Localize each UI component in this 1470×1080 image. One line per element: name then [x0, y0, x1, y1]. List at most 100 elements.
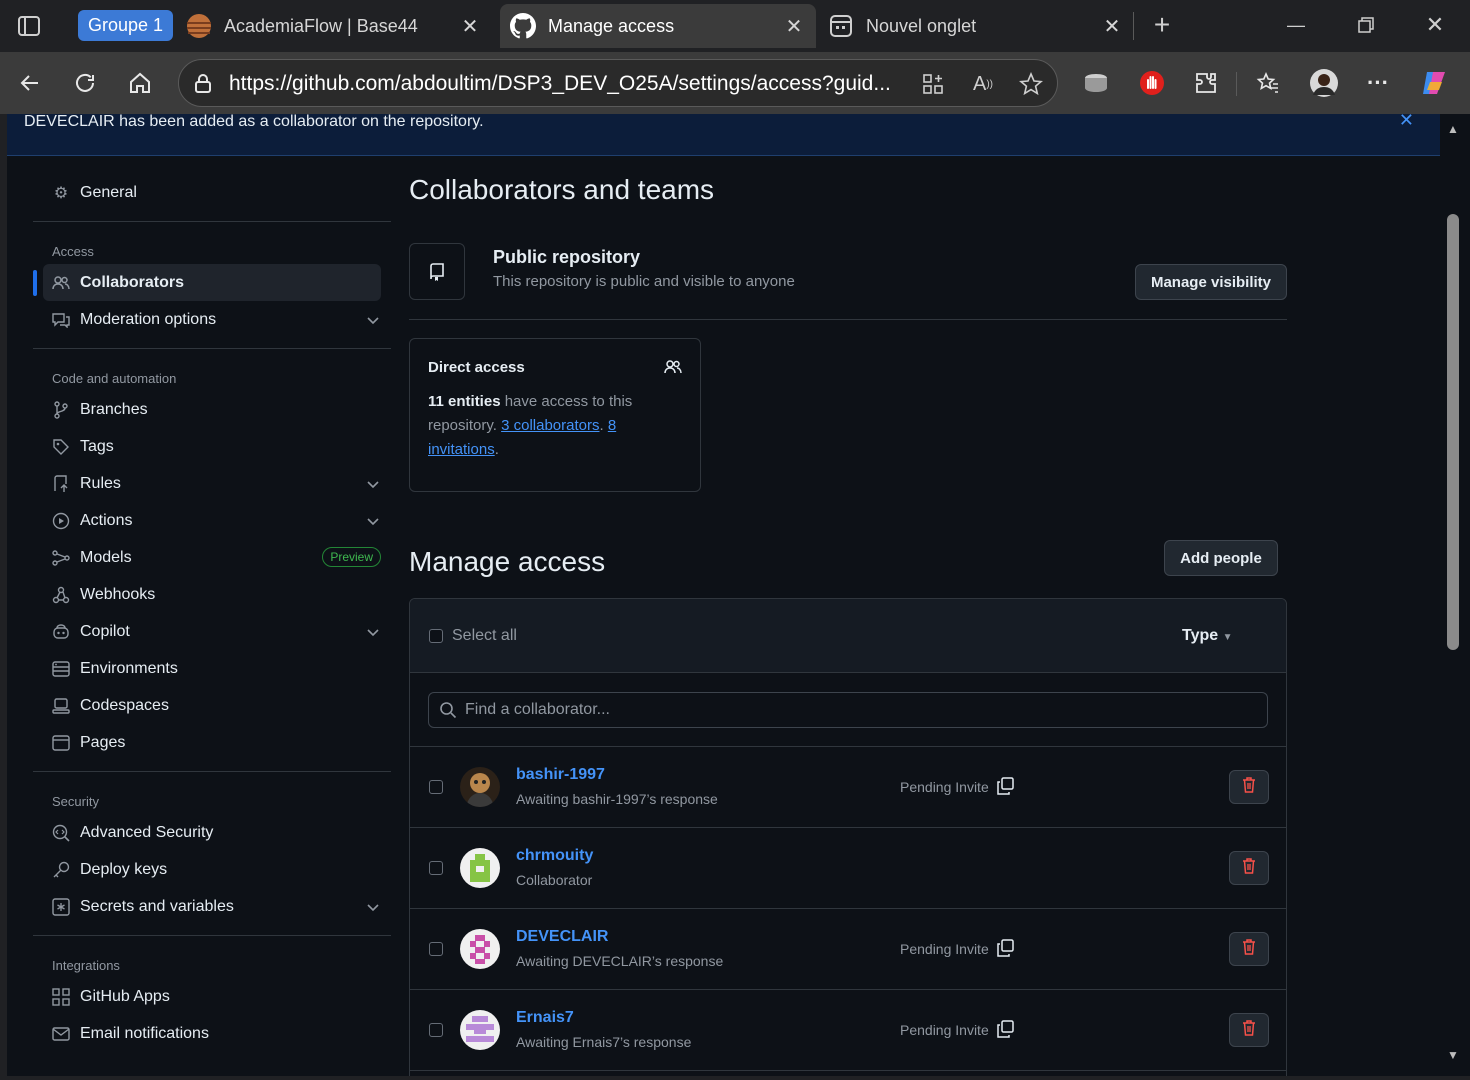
sidebar-item-branches[interactable]: Branches [33, 391, 391, 428]
avatar[interactable] [460, 848, 500, 888]
tab-group-chip[interactable]: Groupe 1 [78, 10, 174, 41]
page-scrollbar[interactable]: ▲ ▼ [1440, 114, 1470, 1076]
row-checkbox[interactable] [429, 861, 443, 875]
tab-actions-icon[interactable] [14, 12, 44, 40]
app-available-icon[interactable] [917, 68, 949, 100]
tab-manage-access[interactable]: Manage access ✕ [500, 4, 816, 48]
scroll-down-icon[interactable]: ▼ [1445, 1048, 1461, 1064]
manage-visibility-button[interactable]: Manage visibility [1135, 264, 1287, 300]
sidebar-item-github-apps[interactable]: GitHub Apps [33, 978, 391, 1015]
close-tab-icon[interactable]: ✕ [782, 14, 806, 38]
direct-access-card: Direct access 11 entities have access to… [409, 338, 701, 492]
copy-icon[interactable] [996, 1020, 1014, 1043]
chevron-down-icon[interactable] [367, 899, 379, 917]
select-all-checkbox[interactable] [429, 629, 443, 643]
remove-collaborator-button[interactable] [1229, 851, 1269, 885]
collaborator-status: Collaborator [516, 872, 593, 888]
back-arrow-icon[interactable] [12, 65, 48, 101]
close-tab-icon[interactable]: ✕ [1100, 14, 1124, 38]
favorite-star-icon[interactable] [1015, 68, 1047, 100]
settings-sidebar: ⚙ General Access Collaborators Moderatio… [33, 174, 391, 1052]
pending-invite-label: Pending Invite [900, 779, 989, 795]
minimize-icon[interactable]: — [1276, 10, 1316, 40]
collaborator-row: bashir-1997 Awaiting bashir-1997’s respo… [410, 747, 1286, 828]
access-list: Select all Type ▼ bashir-1997 Awaiting [409, 598, 1287, 1076]
copilot-icon[interactable] [1416, 65, 1452, 101]
remove-collaborator-button[interactable] [1229, 1013, 1269, 1047]
home-icon[interactable] [122, 65, 158, 101]
sidebar-item-codespaces[interactable]: Codespaces [33, 687, 391, 724]
toolbar-divider [1236, 72, 1237, 96]
trash-icon [1242, 857, 1256, 879]
chevron-down-icon[interactable] [367, 312, 379, 330]
sidebar-item-general[interactable]: ⚙ General [33, 174, 391, 211]
sidebar-item-rules[interactable]: Rules [33, 465, 391, 502]
sidebar-item-models[interactable]: Models Preview [33, 539, 391, 576]
sidebar-item-deploy-keys[interactable]: Deploy keys [33, 851, 391, 888]
restore-icon[interactable] [1346, 10, 1386, 40]
url-text[interactable]: https://github.com/abdoultim/DSP3_DEV_O2… [229, 72, 899, 96]
sidebar-item-label: Codespaces [80, 696, 169, 714]
avatar[interactable] [460, 767, 500, 807]
scroll-thumb[interactable] [1447, 214, 1459, 650]
sidebar-item-advanced-security[interactable]: Advanced Security [33, 814, 391, 851]
new-tab-plus-icon[interactable]: + [1142, 9, 1182, 40]
add-people-button[interactable]: Add people [1164, 540, 1278, 576]
avatar[interactable] [460, 1010, 500, 1050]
remove-collaborator-button[interactable] [1229, 932, 1269, 966]
search-field[interactable] [428, 692, 1268, 728]
sidebar-item-environments[interactable]: Environments [33, 650, 391, 687]
copy-icon[interactable] [996, 777, 1014, 800]
academiaflow-favicon-icon [186, 13, 212, 39]
extension-database-icon[interactable] [1078, 65, 1114, 101]
divider [33, 935, 391, 936]
divider [33, 221, 391, 222]
address-bar[interactable]: https://github.com/abdoultim/DSP3_DEV_O2… [178, 59, 1058, 107]
chevron-down-icon[interactable] [367, 476, 379, 494]
copy-icon[interactable] [996, 939, 1014, 962]
extensions-puzzle-icon[interactable] [1188, 65, 1224, 101]
close-icon[interactable]: ✕ [1399, 114, 1414, 131]
repo-icon [409, 243, 465, 300]
sidebar-item-secrets[interactable]: Secrets and variables [33, 888, 391, 925]
sidebar-item-moderation[interactable]: Moderation options [33, 301, 391, 338]
collaborators-link[interactable]: 3 collaborators [501, 417, 599, 434]
sidebar-item-label: Tags [80, 437, 114, 455]
sidebar-item-label: Actions [80, 511, 133, 529]
sidebar-item-webhooks[interactable]: Webhooks [33, 576, 391, 613]
sidebar-item-actions[interactable]: Actions [33, 502, 391, 539]
find-collaborator-input[interactable] [465, 693, 1245, 727]
close-window-icon[interactable]: ✕ [1415, 10, 1455, 40]
profile-avatar[interactable] [1306, 65, 1342, 101]
tab-academiaflow[interactable]: AcademiaFlow | Base44 ✕ [186, 4, 492, 48]
sidebar-item-pages[interactable]: Pages [33, 724, 391, 761]
tab-new-tab[interactable]: Nouvel onglet ✕ [828, 4, 1134, 48]
chevron-down-icon[interactable] [367, 513, 379, 531]
sidebar-item-label: Pages [80, 733, 126, 751]
more-options-icon[interactable]: ··· [1360, 65, 1396, 101]
sidebar-item-email-notifications[interactable]: Email notifications [33, 1015, 391, 1052]
tag-icon [52, 438, 70, 456]
collaborator-username[interactable]: DEVECLAIR [516, 928, 608, 946]
row-checkbox[interactable] [429, 780, 443, 794]
collaborator-username[interactable]: bashir-1997 [516, 766, 605, 784]
close-tab-icon[interactable]: ✕ [458, 14, 482, 38]
row-checkbox[interactable] [429, 1023, 443, 1037]
avatar[interactable] [460, 929, 500, 969]
favorites-collection-icon[interactable] [1250, 65, 1286, 101]
sidebar-item-collaborators[interactable]: Collaborators [33, 264, 381, 301]
sidebar-item-tags[interactable]: Tags [33, 428, 391, 465]
site-info-lock-icon[interactable] [187, 68, 219, 100]
key-icon [52, 861, 70, 879]
row-checkbox[interactable] [429, 942, 443, 956]
collaborator-username[interactable]: Ernais7 [516, 1009, 574, 1027]
collaborator-username[interactable]: chrmouity [516, 847, 593, 865]
chevron-down-icon[interactable] [367, 624, 379, 642]
remove-collaborator-button[interactable] [1229, 770, 1269, 804]
read-aloud-icon[interactable]: A)) [967, 68, 999, 100]
type-filter-dropdown[interactable]: Type ▼ [1182, 627, 1233, 645]
sidebar-item-copilot[interactable]: Copilot [33, 613, 391, 650]
reload-icon[interactable] [67, 65, 103, 101]
extension-blocker-hand-icon[interactable] [1134, 65, 1170, 101]
scroll-up-icon[interactable]: ▲ [1445, 122, 1461, 138]
